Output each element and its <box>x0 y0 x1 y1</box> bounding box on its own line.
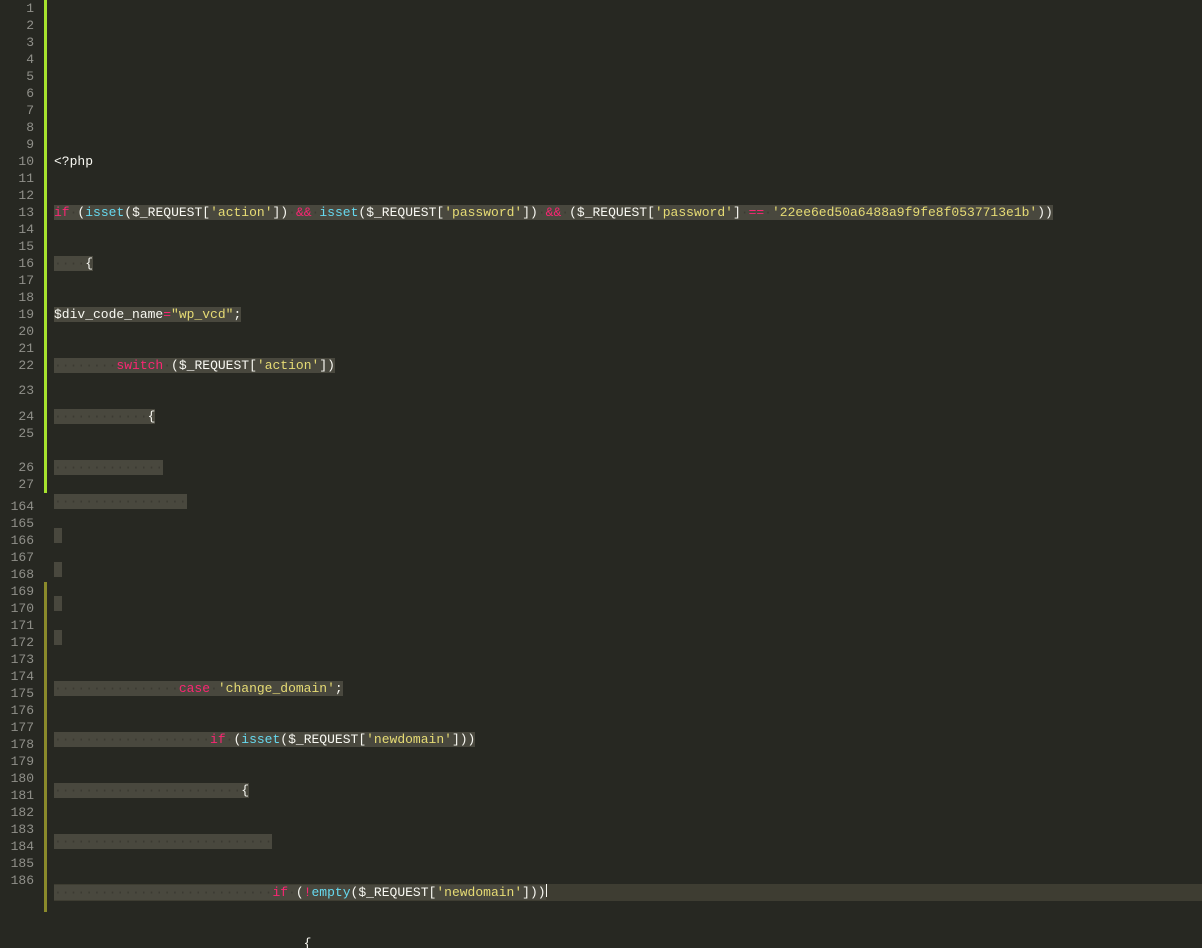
line-number-gutter: 1 2 3 4 5 6 7 8 9 10 11 12 13 14 15 16 1… <box>0 0 44 948</box>
code-line[interactable]: { <box>54 935 1202 948</box>
arrow-down-icon: ↓ <box>44 478 48 495</box>
code-line[interactable]: ············{ <box>54 408 1202 425</box>
code-line[interactable]: ················· <box>54 493 1202 510</box>
code-line[interactable]: if·(isset($_REQUEST['action'])·&&·isset(… <box>54 204 1202 221</box>
code-line[interactable] <box>54 561 1202 578</box>
code-line[interactable]: ········switch·($_REQUEST['action']) <box>54 357 1202 374</box>
code-line[interactable] <box>54 595 1202 612</box>
code-line[interactable]: <?php <box>54 153 1202 170</box>
code-line-current[interactable]: ····························if·(!empty($… <box>54 884 1202 901</box>
code-line[interactable]: $div_code_name="wp_vcd"; <box>54 306 1202 323</box>
code-line[interactable] <box>54 629 1202 646</box>
code-area[interactable]: ↓ <?php if·(isset($_REQUEST['action'])·&… <box>44 0 1202 948</box>
code-line[interactable]: ····{ <box>54 255 1202 272</box>
code-line[interactable]: ························{ <box>54 782 1202 799</box>
code-line[interactable] <box>54 527 1202 544</box>
text-caret <box>546 884 547 897</box>
code-line[interactable]: ····················if·(isset($_REQUEST[… <box>54 731 1202 748</box>
code-line[interactable]: ···························· <box>54 833 1202 850</box>
modification-indicator-bottom <box>44 582 47 912</box>
code-line[interactable]: ·············· <box>54 459 1202 476</box>
code-line[interactable]: ················case·'change_domain'; <box>54 680 1202 697</box>
modification-indicator-top <box>44 0 47 493</box>
code-editor[interactable]: 1 2 3 4 5 6 7 8 9 10 11 12 13 14 15 16 1… <box>0 0 1202 948</box>
